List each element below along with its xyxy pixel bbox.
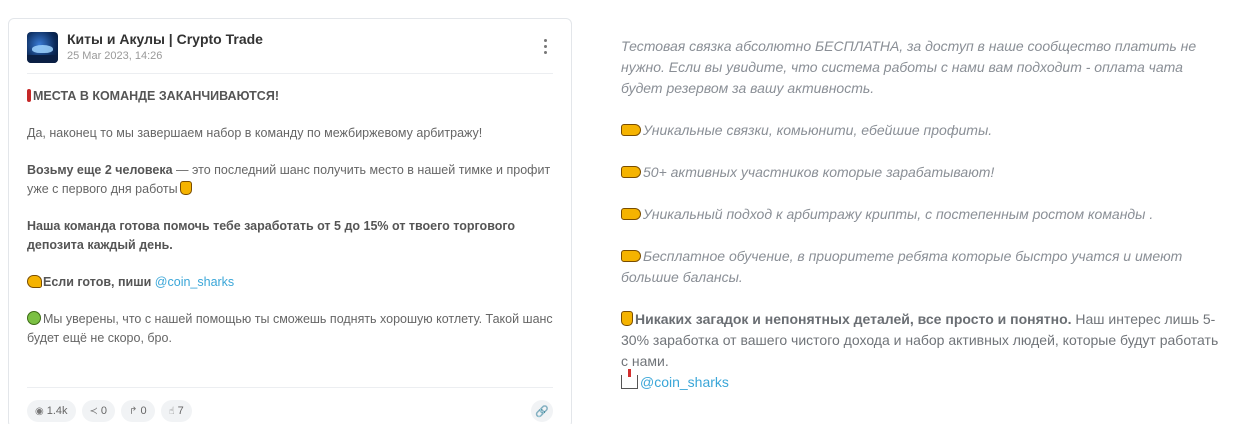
money-face-icon: [27, 311, 41, 325]
exclamation-icon: [27, 89, 31, 102]
post-headline: МЕСТА В КОМАНДЕ ЗАКАНЧИВАЮТСЯ!: [27, 87, 553, 106]
pointing-right-icon: [621, 250, 641, 262]
post-stats: ◉ 1.4k ≺ 0 ↱ 0 ☝ 7: [27, 400, 192, 422]
post-card: Киты и Акулы | Crypto Trade 25 Mar 2023,…: [8, 18, 572, 424]
pointing-right-icon: [621, 124, 641, 136]
bullet-2: 50+ активных участников которые зарабаты…: [621, 162, 1221, 183]
post-header: Киты и Акулы | Crypto Trade 25 Mar 2023,…: [27, 31, 553, 71]
bullet-3: Уникальный подход к арбитражу крипты, с …: [621, 204, 1221, 225]
pointing-up-icon: [179, 181, 192, 195]
likes-count[interactable]: ☝ 7: [160, 400, 192, 422]
pointing-up-icon: [621, 311, 633, 326]
channel-avatar[interactable]: [27, 32, 58, 63]
more-vertical-icon[interactable]: [537, 35, 553, 57]
channel-name[interactable]: Киты и Акулы | Crypto Trade: [67, 31, 263, 47]
shares-count[interactable]: ≺ 0: [81, 400, 116, 422]
post-continuation: Тестовая связка абсолютно БЕСПЛАТНА, за …: [621, 36, 1221, 393]
pointing-right-icon: [621, 208, 641, 220]
bullet-1: Уникальные связки, комьюнити, ебейшие пр…: [621, 120, 1221, 141]
username-link[interactable]: @coin_sharks: [640, 374, 729, 390]
username-link[interactable]: @coin_sharks: [155, 275, 234, 289]
eye-icon: ◉: [35, 405, 44, 417]
post-paragraph-5: Мы уверены, что с нашей помощью ты сможе…: [27, 311, 553, 345]
views-count[interactable]: ◉ 1.4k: [27, 400, 76, 422]
forwards-count[interactable]: ↱ 0: [121, 400, 155, 422]
post-paragraph-4: Если готов, пиши @coin_sharks: [27, 273, 553, 292]
pointing-right-icon: [621, 166, 641, 178]
flexed-biceps-icon: [27, 275, 42, 288]
post-paragraph-3: Наша команда готова помочь тебе заработа…: [27, 219, 516, 252]
post-paragraph-1: Да, наконец то мы завершаем набор в кома…: [27, 126, 483, 140]
post-paragraph-2: Возьму еще 2 человека — это последний ша…: [27, 163, 551, 196]
inbox-icon: [621, 369, 638, 389]
forward-icon: ↱: [129, 405, 138, 417]
header-divider: [27, 73, 553, 74]
thumbs-up-icon: ☝: [168, 405, 175, 417]
bullet-4: Бесплатное обучение, в приоритете ребята…: [621, 248, 1183, 285]
share-icon: ≺: [89, 405, 98, 417]
post-date: 25 Mar 2023, 14:26: [67, 50, 163, 62]
wave-icon: [27, 55, 58, 63]
post-body: МЕСТА В КОМАНДЕ ЗАКАНЧИВАЮТСЯ! Да, након…: [27, 87, 553, 366]
whale-icon: [32, 45, 53, 53]
closing-paragraph: Никаких загадок и непонятных деталей, вс…: [621, 311, 1219, 390]
link-icon[interactable]: 🔗: [531, 400, 553, 422]
intro-paragraph: Тестовая связка абсолютно БЕСПЛАТНА, за …: [621, 38, 1197, 96]
footer-divider: [27, 387, 553, 388]
